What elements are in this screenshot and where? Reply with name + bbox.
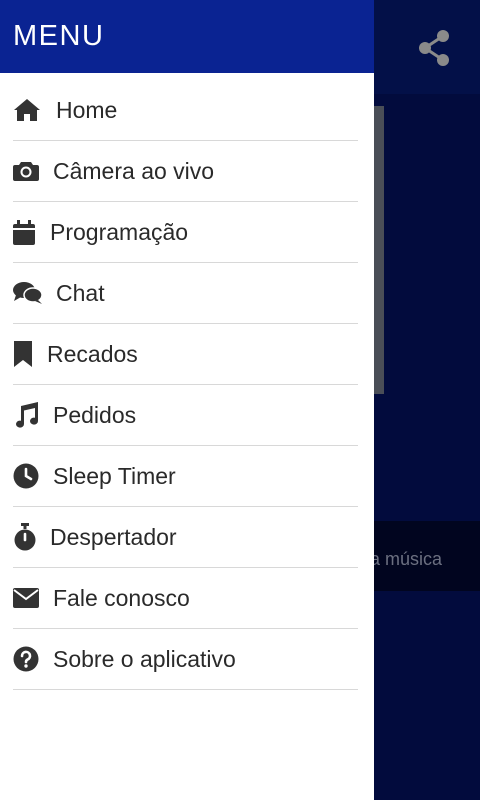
menu-item-about[interactable]: Sobre o aplicativo: [13, 629, 358, 690]
menu-item-label: Fale conosco: [53, 584, 190, 611]
banner-text: a música: [370, 549, 443, 569]
menu-item-label: Recados: [47, 340, 138, 367]
menu-item-label: Home: [56, 96, 118, 123]
menu-item-label: Pedidos: [53, 401, 137, 428]
home-icon: [13, 96, 56, 124]
share-button[interactable]: [413, 26, 457, 70]
camera-icon: [13, 157, 53, 185]
help-circle-icon: [13, 645, 53, 673]
menu-item-label: Câmera ao vivo: [53, 157, 215, 184]
calendar-icon: [13, 218, 50, 246]
menu-item-home[interactable]: Home: [13, 80, 358, 141]
bookmark-icon: [13, 340, 47, 368]
music-note-icon: [13, 401, 53, 429]
share-icon: [419, 30, 449, 66]
menu-item-label: Despertador: [50, 523, 177, 550]
drawer-title: MENU: [13, 20, 105, 52]
menu-item-label: Sobre o aplicativo: [53, 645, 236, 672]
menu-item-requests[interactable]: Pedidos: [13, 385, 358, 446]
menu-item-chat[interactable]: Chat: [13, 263, 358, 324]
menu-item-alarm[interactable]: Despertador: [13, 507, 358, 568]
menu-item-label: Sleep Timer: [53, 462, 176, 489]
clock-icon: [13, 462, 53, 490]
envelope-icon: [13, 584, 53, 612]
menu-item-messages[interactable]: Recados: [13, 324, 358, 385]
menu-item-label: Programação: [50, 218, 189, 245]
menu-item-schedule[interactable]: Programação: [13, 202, 358, 263]
navigation-drawer: MENU Home Câmera ao vivo Programação Cha…: [0, 0, 374, 800]
chat-icon: [13, 279, 56, 307]
drawer-header: MENU: [0, 0, 374, 73]
menu-item-label: Chat: [56, 279, 105, 306]
stopwatch-icon: [13, 523, 50, 551]
menu-list: Home Câmera ao vivo Programação Chat Rec: [13, 80, 358, 690]
menu-item-camera[interactable]: Câmera ao vivo: [13, 141, 358, 202]
menu-item-contact[interactable]: Fale conosco: [13, 568, 358, 629]
menu-item-sleep-timer[interactable]: Sleep Timer: [13, 446, 358, 507]
